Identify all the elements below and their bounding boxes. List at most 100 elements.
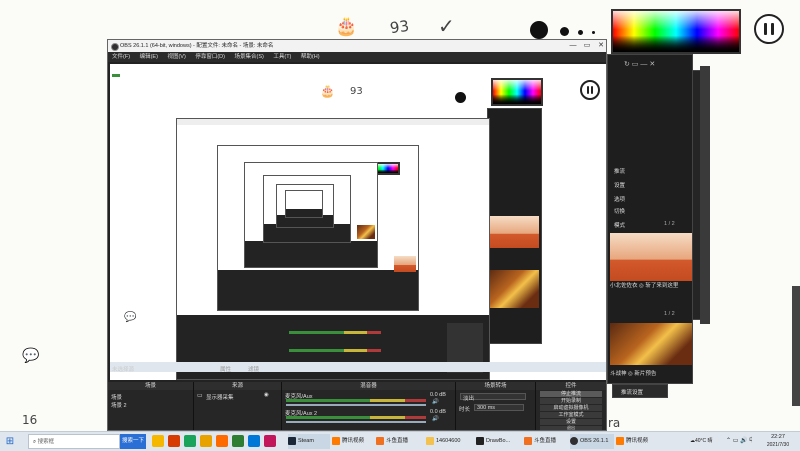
close-icon[interactable]: ✕ (594, 40, 608, 52)
recursive-preview-level-2 (217, 145, 419, 311)
scene-item[interactable]: 场景 2 (111, 401, 127, 409)
panel-menu-item-2[interactable]: 选项 (614, 195, 625, 203)
taskbar: ⊞ ⌕ 搜索框 搜索一下 Steam 腾讯视频 斗鱼直播 14604600 Dr… (0, 431, 800, 451)
preview-doodle-93: 93 (350, 86, 363, 97)
streamer-thumbnail[interactable] (610, 233, 692, 281)
obs-docks: 场景 场景 场景 2 来源 ▭ 显示器采集 ◉ 混音器 麦克风/Aux 0.0 … (108, 382, 606, 430)
taskbar-task-folder[interactable]: 14604600 (426, 434, 474, 449)
doodle-dot-large (530, 21, 548, 39)
scene-item[interactable]: 场景 (111, 393, 122, 401)
visibility-eye-icon[interactable]: ◉ (264, 392, 269, 398)
taskbar-task-drawboard[interactable]: DrawBo... (476, 434, 522, 449)
stop-streaming-button[interactable]: 停止推流 (540, 391, 602, 397)
taskbar-task-obs[interactable]: OBS 26.1.1 (570, 434, 614, 449)
pause-button[interactable] (754, 14, 784, 44)
game-caption: 斗战神 ◎ 新片预告 (610, 371, 657, 377)
scenes-dock: 场景 场景 场景 2 (108, 382, 194, 430)
mixer-channel-db: 0.0 dB (430, 409, 446, 415)
recursive-preview-level-5 (276, 184, 334, 228)
exit-button[interactable]: 退出 (540, 426, 602, 430)
weather-widget[interactable]: ☁40°C 晴 (690, 434, 724, 449)
mute-speaker-icon-1[interactable]: 🔊 (432, 399, 439, 405)
obs-icon (570, 436, 578, 445)
taskbar-app-icon[interactable] (216, 435, 228, 447)
menu-tools[interactable]: 工具(T) (273, 54, 291, 60)
system-tray-icons[interactable]: ⌃ ▭ 🔊 中 (726, 434, 752, 449)
preview-doodle-chat-icon: 💬 (124, 312, 137, 323)
filters-button[interactable]: 滤镜 (248, 365, 259, 373)
mute-speaker-icon-2[interactable]: 🔊 (432, 416, 439, 422)
taskbar-task-tencent-video[interactable]: 腾讯视频 (332, 434, 374, 449)
obs-titlebar[interactable]: OBS 26.1.1 (64-bit, windows) - 配置文件: 未命名… (108, 40, 606, 52)
maximize-icon[interactable]: ▭ (580, 40, 594, 52)
color-palette-picker[interactable] (611, 9, 741, 54)
taskbar-app-icon[interactable] (264, 435, 276, 447)
panel-menu-item-0[interactable]: 推流 (614, 167, 625, 175)
start-recording-button[interactable]: 开始录制 (540, 398, 602, 404)
taskbar-app-icon[interactable] (232, 435, 244, 447)
search-placeholder: 搜索框 (37, 439, 55, 445)
panel-footer-button[interactable]: 推流设置 (621, 388, 643, 396)
panel-window-controls[interactable]: ↻ ▭ — ✕ (624, 60, 655, 68)
menu-edit[interactable]: 编辑(E) (140, 54, 158, 60)
taskbar-search-box[interactable]: ⌕ 搜索框 (28, 434, 120, 449)
panel-menu-item-1[interactable]: 设置 (614, 181, 625, 189)
tencent-video-icon (332, 436, 340, 445)
preview-doodle-cake-icon: 🎂 (320, 84, 335, 98)
clock-date: 2021/7/30 (766, 442, 790, 448)
transition-type: 淡出 (463, 396, 475, 402)
duration-label: 时长 (459, 407, 471, 413)
nested-docks-2 (218, 270, 418, 310)
clock-time: 22:27 (771, 434, 785, 440)
taskbar-task-douyu-2[interactable]: 斗鱼直播 (524, 434, 568, 449)
nested-thumb-person-2 (394, 256, 416, 272)
nested-thumb-game-3 (357, 225, 375, 239)
doodle-number-93: 93 (388, 16, 411, 38)
transition-select[interactable]: 淡出 (460, 393, 526, 402)
start-button[interactable]: ⊞ (4, 434, 16, 449)
taskbar-clock[interactable]: 22:27 2021/7/30 (758, 433, 798, 449)
virtual-camera-button[interactable]: 启动虚拟摄像机 (540, 405, 602, 411)
game-thumbnail[interactable] (610, 323, 692, 365)
volume-slider-2[interactable] (286, 421, 426, 423)
nested-meter-1 (289, 331, 381, 334)
ime-indicator[interactable]: 中 (749, 438, 752, 444)
taskbar-app-icon[interactable] (184, 435, 196, 447)
preview-doodle-dot (455, 92, 466, 103)
tencent-video-icon (616, 436, 624, 445)
preview-color-palette (491, 78, 543, 106)
stream-panel: ↻ ▭ — ✕ 推流 设置 选项 切换 模式 全屏 1 / 2 小北佐佐衣 ◎ … (607, 54, 693, 384)
taskbar-task-steam[interactable]: Steam (288, 434, 330, 449)
taskbar-task-douyu[interactable]: 斗鱼直播 (376, 434, 424, 449)
studio-mode-button[interactable]: 工作室模式 (540, 412, 602, 418)
taskbar-app-icon[interactable] (152, 435, 164, 447)
screen-edge-strip (792, 286, 800, 406)
properties-button[interactable]: 属性 (220, 365, 231, 373)
volume-slider-1[interactable] (286, 404, 426, 406)
menu-file[interactable]: 文件(F) (112, 54, 130, 60)
taskbar-app-icon[interactable] (248, 435, 260, 447)
doodle-check-icon: ✓ (438, 14, 455, 38)
obs-preview-canvas[interactable]: 🎂 93 💬 (110, 64, 606, 380)
doodle-chat-icon: 💬 (22, 348, 40, 364)
menu-help[interactable]: 帮助(H) (301, 54, 320, 60)
obs-window-title: OBS 26.1.1 (64-bit, windows) - 配置文件: 未命名… (120, 43, 274, 49)
menu-scene-collection[interactable]: 场景集合(S) (234, 54, 263, 60)
menu-docks[interactable]: 停靠窗口(D) (195, 54, 225, 60)
menu-view[interactable]: 视图(V) (167, 54, 185, 60)
transitions-dock: 场景转场 淡出 时长 300 ms (456, 382, 536, 430)
doodle-dot-small (578, 30, 583, 35)
recursive-preview-level-6 (285, 190, 323, 218)
taskbar-app-icon[interactable] (168, 435, 180, 447)
taskbar-app-icon[interactable] (200, 435, 212, 447)
taskbar-task-tencent-video-2[interactable]: 腾讯视频 (616, 434, 662, 449)
panel-menu-item-3[interactable]: 切换 (614, 207, 625, 215)
preview-live-indicator (112, 74, 120, 77)
audio-meter-1 (286, 399, 426, 402)
panel-menu-item-4[interactable]: 模式 (614, 221, 625, 229)
duration-input[interactable]: 300 ms (474, 404, 524, 411)
source-item[interactable]: 显示器采集 (206, 393, 234, 401)
taskbar-search-button[interactable]: 搜索一下 (120, 434, 146, 449)
duration-value: 300 ms (477, 405, 496, 411)
minimize-icon[interactable]: — (566, 40, 580, 52)
